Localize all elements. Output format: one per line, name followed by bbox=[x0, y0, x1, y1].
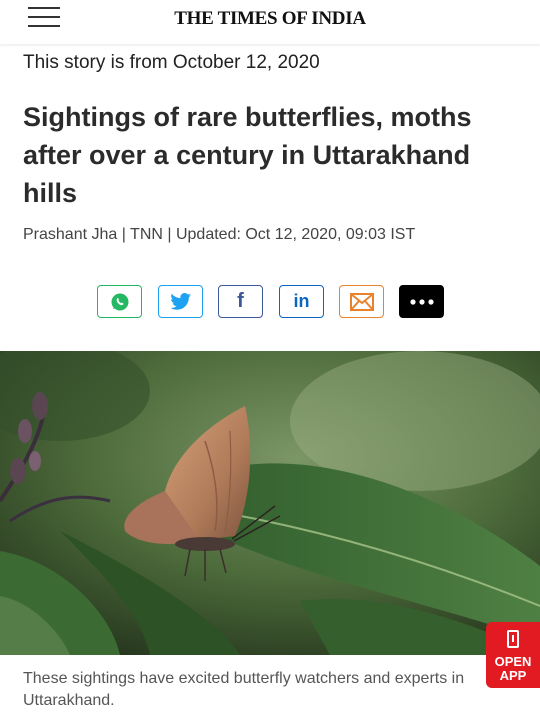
whatsapp-share-button[interactable] bbox=[97, 285, 142, 318]
twitter-share-button[interactable] bbox=[158, 285, 203, 318]
open-app-button[interactable]: OPEN APP bbox=[486, 622, 540, 688]
open-app-label-line1: OPEN bbox=[494, 654, 532, 669]
linkedin-icon: in bbox=[293, 291, 310, 311]
article-byline: Prashant Jha | TNN | Updated: Oct 12, 20… bbox=[23, 226, 416, 243]
facebook-icon: f bbox=[237, 290, 244, 312]
email-share-button[interactable] bbox=[339, 285, 384, 318]
article-headline: Sightings of rare butterflies, moths aft… bbox=[23, 102, 472, 208]
twitter-icon bbox=[169, 292, 191, 310]
whatsapp-icon bbox=[111, 293, 128, 310]
article-photo[interactable] bbox=[0, 351, 540, 655]
site-logo[interactable]: THE TIMES OF INDIA bbox=[0, 8, 540, 30]
story-date: This story is from October 12, 2020 bbox=[23, 52, 320, 73]
more-share-button[interactable] bbox=[399, 285, 444, 318]
butterfly-photo-image bbox=[0, 351, 540, 655]
email-icon bbox=[349, 292, 374, 311]
phone-icon bbox=[507, 630, 519, 648]
linkedin-share-button[interactable]: in bbox=[279, 285, 324, 318]
top-bar: THE TIMES OF INDIA bbox=[0, 0, 540, 44]
more-icon bbox=[409, 298, 434, 305]
photo-caption: These sightings have excited butterfly w… bbox=[23, 670, 465, 709]
facebook-share-button[interactable]: f bbox=[218, 285, 263, 318]
open-app-label-line2: APP bbox=[499, 668, 527, 683]
